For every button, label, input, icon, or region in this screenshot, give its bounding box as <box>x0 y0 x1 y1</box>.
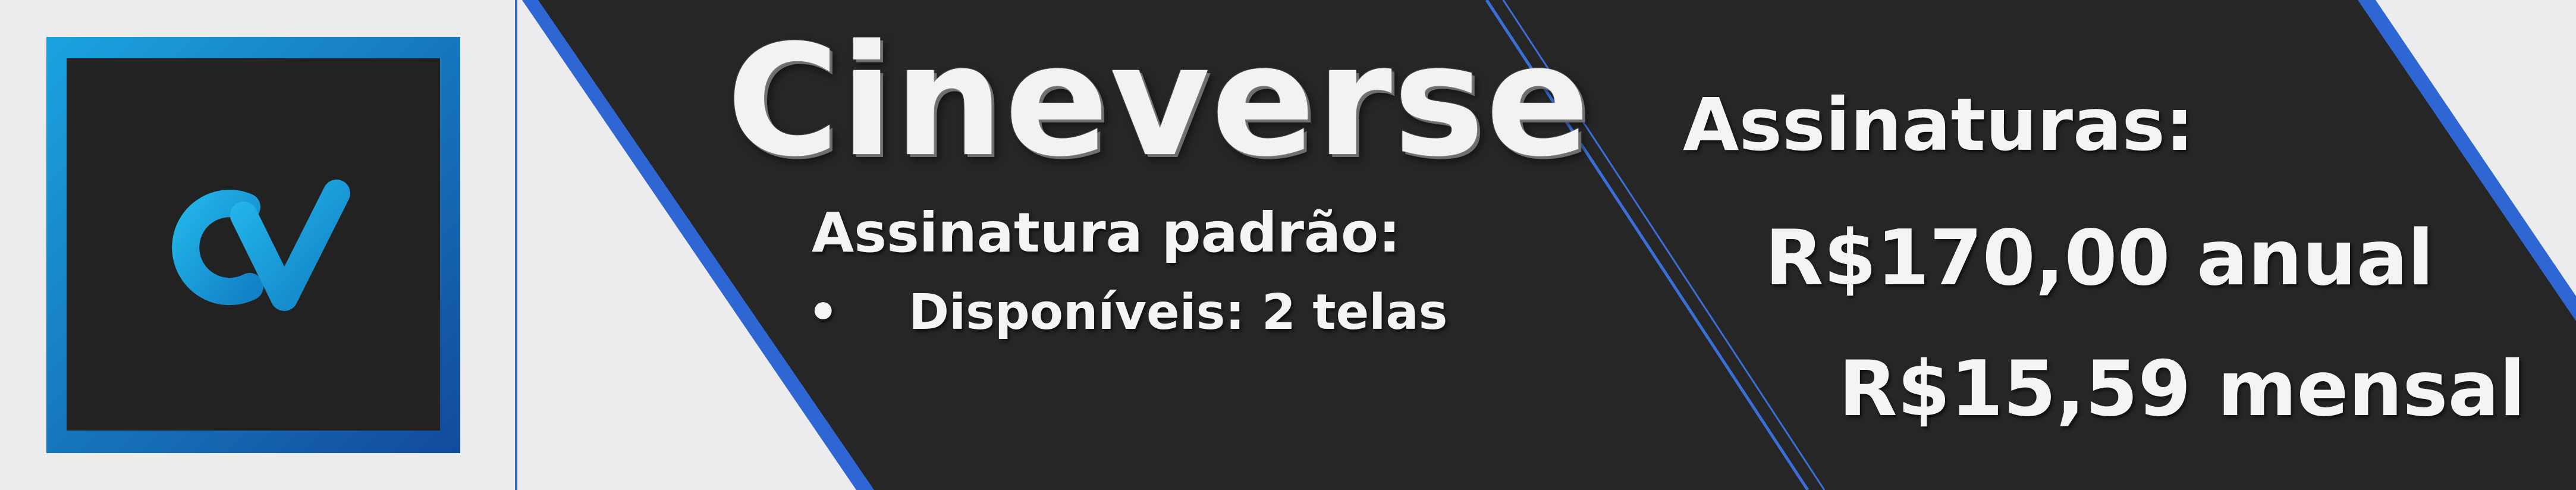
bullet-icon: • <box>808 284 839 341</box>
standard-plan-title: Assinatura padrão: <box>812 201 1401 265</box>
brand-title: Cineverse <box>727 12 1591 190</box>
subscriptions-title: Assinaturas: <box>1683 83 2194 167</box>
annual-price: R$170,00 anual <box>1765 214 2434 303</box>
plan-feature-screens: Disponíveis: 2 telas <box>909 284 1448 341</box>
cineverse-subscription-banner: Cineverse Assinatura padrão: • Disponíve… <box>0 0 2576 490</box>
monthly-price: R$15,59 mensal <box>1839 345 2525 434</box>
logo-tile <box>46 37 460 453</box>
